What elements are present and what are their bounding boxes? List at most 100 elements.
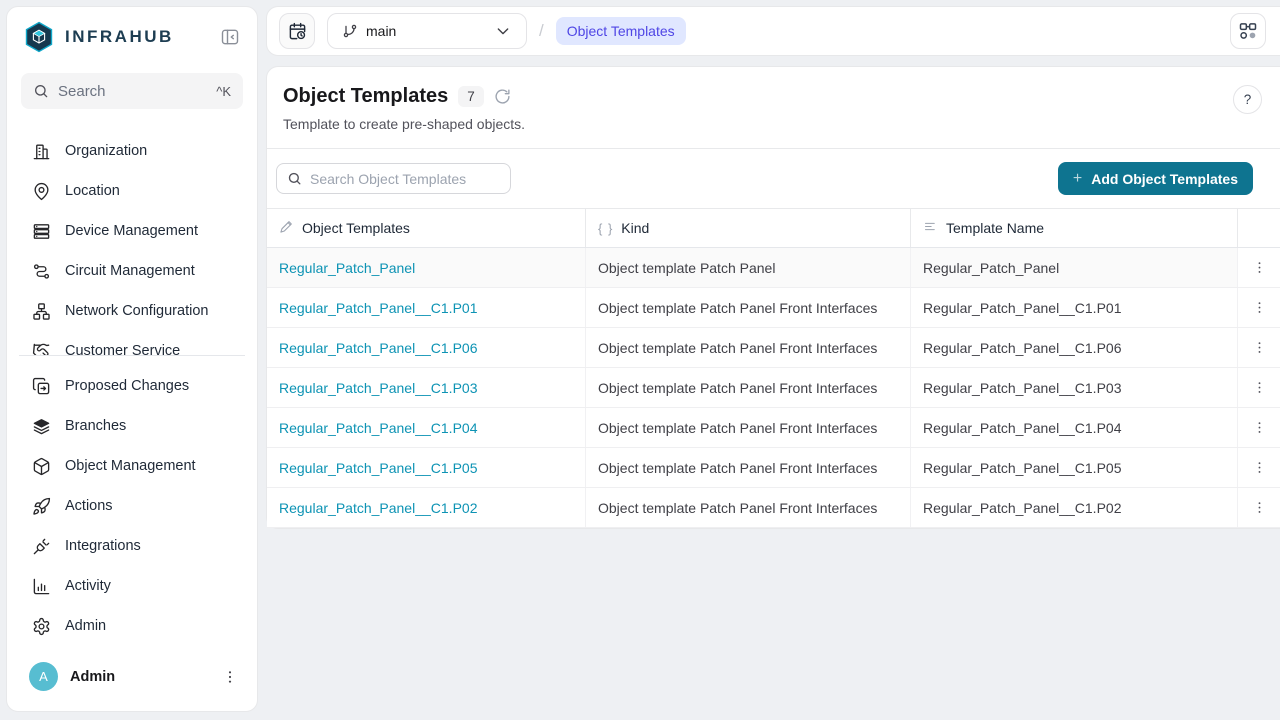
cell-template-name: Regular_Patch_Panel__C1.P02 — [911, 488, 1238, 527]
align-left-icon — [923, 219, 938, 237]
object-template-link[interactable]: Regular_Patch_Panel__C1.P01 — [279, 300, 477, 316]
cell-object-template: Regular_Patch_Panel__C1.P02 — [267, 488, 586, 527]
plus-icon: + — [1073, 170, 1082, 188]
infrahub-logo-icon — [23, 21, 55, 53]
schema-visualizer-button[interactable] — [1230, 13, 1266, 49]
column-header-template-name[interactable]: Template Name — [911, 209, 1238, 247]
sidebar-menu-scroll[interactable]: Organization Location Device ManagementCir… — [7, 131, 257, 355]
sidebar-item-customer-service[interactable]: Customer Service — [7, 331, 257, 355]
sidebar-item-label: Admin — [65, 618, 106, 634]
sidebar-item-activity[interactable]: Activity — [7, 566, 257, 606]
sidebar-item-branches[interactable]: Branches — [7, 406, 257, 446]
cell-template-name: Regular_Patch_Panel — [911, 248, 1238, 287]
row-menu-icon[interactable] — [1252, 380, 1267, 395]
plug-icon — [32, 537, 51, 556]
column-header-actions — [1238, 209, 1280, 247]
sidebar-item-network-configuration[interactable]: Network Configuration — [7, 291, 257, 331]
sidebar-item-label: Object Management — [65, 458, 196, 474]
search-icon — [33, 83, 49, 99]
table-row[interactable]: Regular_Patch_Panel__C1.P01Object templa… — [267, 288, 1280, 328]
row-menu-icon[interactable] — [1252, 340, 1267, 355]
sidebar-search[interactable]: Search ^K — [21, 73, 243, 109]
cell-object-template: Regular_Patch_Panel__C1.P05 — [267, 448, 586, 487]
sidebar-item-label: Location — [65, 183, 120, 199]
cell-object-template: Regular_Patch_Panel__C1.P04 — [267, 408, 586, 447]
handshake-icon — [32, 342, 51, 356]
sidebar-item-label: Branches — [65, 418, 126, 434]
cell-template-name: Regular_Patch_Panel__C1.P03 — [911, 368, 1238, 407]
cell-actions — [1238, 448, 1280, 487]
cell-actions — [1238, 248, 1280, 287]
table-header-row: Object Templates{ }Kind Template Name — [267, 209, 1280, 248]
sidebar-item-circuit-management[interactable]: Circuit Management — [7, 251, 257, 291]
table-row[interactable]: Regular_Patch_Panel__C1.P05Object templa… — [267, 448, 1280, 488]
object-template-link[interactable]: Regular_Patch_Panel__C1.P06 — [279, 340, 477, 356]
column-header-label: Template Name — [946, 220, 1044, 236]
table-row[interactable]: Regular_Patch_Panel__C1.P02Object templa… — [267, 488, 1280, 528]
cell-kind: Object template Patch Panel Front Interf… — [586, 448, 911, 487]
map-pin-icon — [32, 182, 51, 201]
row-menu-icon[interactable] — [1252, 420, 1267, 435]
column-header-object-templates[interactable]: Object Templates — [267, 209, 586, 247]
cell-actions — [1238, 328, 1280, 367]
help-button[interactable]: ? — [1233, 85, 1262, 114]
search-shortcut: ^K — [216, 84, 231, 99]
sidebar-item-admin[interactable]: Admin — [7, 606, 257, 646]
cell-object-template: Regular_Patch_Panel__C1.P03 — [267, 368, 586, 407]
object-templates-search-input[interactable] — [276, 163, 511, 194]
cell-actions — [1238, 368, 1280, 407]
menu-secondary: Proposed Changes Branches Object Managemen… — [7, 366, 257, 646]
object-template-link[interactable]: Regular_Patch_Panel__C1.P02 — [279, 500, 477, 516]
object-template-link[interactable]: Regular_Patch_Panel__C1.P04 — [279, 420, 477, 436]
row-menu-icon[interactable] — [1252, 260, 1267, 275]
column-header-kind[interactable]: { }Kind — [586, 209, 911, 247]
breadcrumb-current[interactable]: Object Templates — [556, 17, 686, 45]
layers-icon — [32, 417, 51, 436]
add-object-templates-button[interactable]: + Add Object Templates — [1058, 162, 1253, 195]
cell-object-template: Regular_Patch_Panel — [267, 248, 586, 287]
sidebar-item-label: Integrations — [65, 538, 141, 554]
row-menu-icon[interactable] — [1252, 460, 1267, 475]
object-template-link[interactable]: Regular_Patch_Panel__C1.P05 — [279, 460, 477, 476]
add-button-label: Add Object Templates — [1091, 171, 1238, 187]
sidebar-collapse-icon[interactable] — [217, 24, 243, 50]
object-template-link[interactable]: Regular_Patch_Panel__C1.P03 — [279, 380, 477, 396]
sidebar-item-proposed-changes[interactable]: Proposed Changes — [7, 366, 257, 406]
time-travel-button[interactable] — [279, 13, 315, 49]
sidebar-item-label: Actions — [65, 498, 113, 514]
content-card: Object Templates 7 Template to create pr… — [266, 66, 1280, 529]
table-row[interactable]: Regular_Patch_Panel__C1.P06Object templa… — [267, 328, 1280, 368]
cell-template-name: Regular_Patch_Panel__C1.P05 — [911, 448, 1238, 487]
row-menu-icon[interactable] — [1252, 300, 1267, 315]
braces-icon: { } — [598, 220, 613, 236]
row-menu-icon[interactable] — [1252, 500, 1267, 515]
sidebar-item-integrations[interactable]: Integrations — [7, 526, 257, 566]
sidebar-item-device-management[interactable]: Device Management — [7, 211, 257, 251]
table-row[interactable]: Regular_Patch_Panel__C1.P03Object templa… — [267, 368, 1280, 408]
branch-label: main — [366, 23, 396, 39]
sidebar-item-location[interactable]: Location — [7, 171, 257, 211]
cell-template-name: Regular_Patch_Panel__C1.P04 — [911, 408, 1238, 447]
cell-template-name: Regular_Patch_Panel__C1.P06 — [911, 328, 1238, 367]
main-column: main / Object Templates Object Templates — [266, 0, 1280, 720]
cell-actions — [1238, 408, 1280, 447]
cell-kind: Object template Patch Panel Front Interf… — [586, 488, 911, 527]
network-icon — [32, 302, 51, 321]
menu-primary: Organization Location Device ManagementCir… — [7, 131, 257, 355]
cell-object-template: Regular_Patch_Panel__C1.P01 — [267, 288, 586, 327]
sidebar-item-organization[interactable]: Organization — [7, 131, 257, 171]
table-row[interactable]: Regular_Patch_PanelObject template Patch… — [267, 248, 1280, 288]
branch-selector[interactable]: main — [327, 13, 527, 49]
building-icon — [32, 142, 51, 161]
sidebar-item-actions[interactable]: Actions — [7, 486, 257, 526]
sidebar: INFRAHUB Search ^K OrganizationLocationD… — [6, 6, 258, 712]
table-row[interactable]: Regular_Patch_Panel__C1.P04Object templa… — [267, 408, 1280, 448]
topbar: main / Object Templates — [266, 6, 1280, 56]
cell-kind: Object template Patch Panel Front Interf… — [586, 408, 911, 447]
sidebar-item-object-management[interactable]: Object Management — [7, 446, 257, 486]
user-menu-icon[interactable] — [219, 666, 241, 688]
object-template-link[interactable]: Regular_Patch_Panel — [279, 260, 415, 276]
refresh-icon[interactable] — [494, 88, 511, 105]
graph-nodes-icon — [1238, 21, 1258, 41]
branch-caret[interactable] — [480, 14, 526, 48]
